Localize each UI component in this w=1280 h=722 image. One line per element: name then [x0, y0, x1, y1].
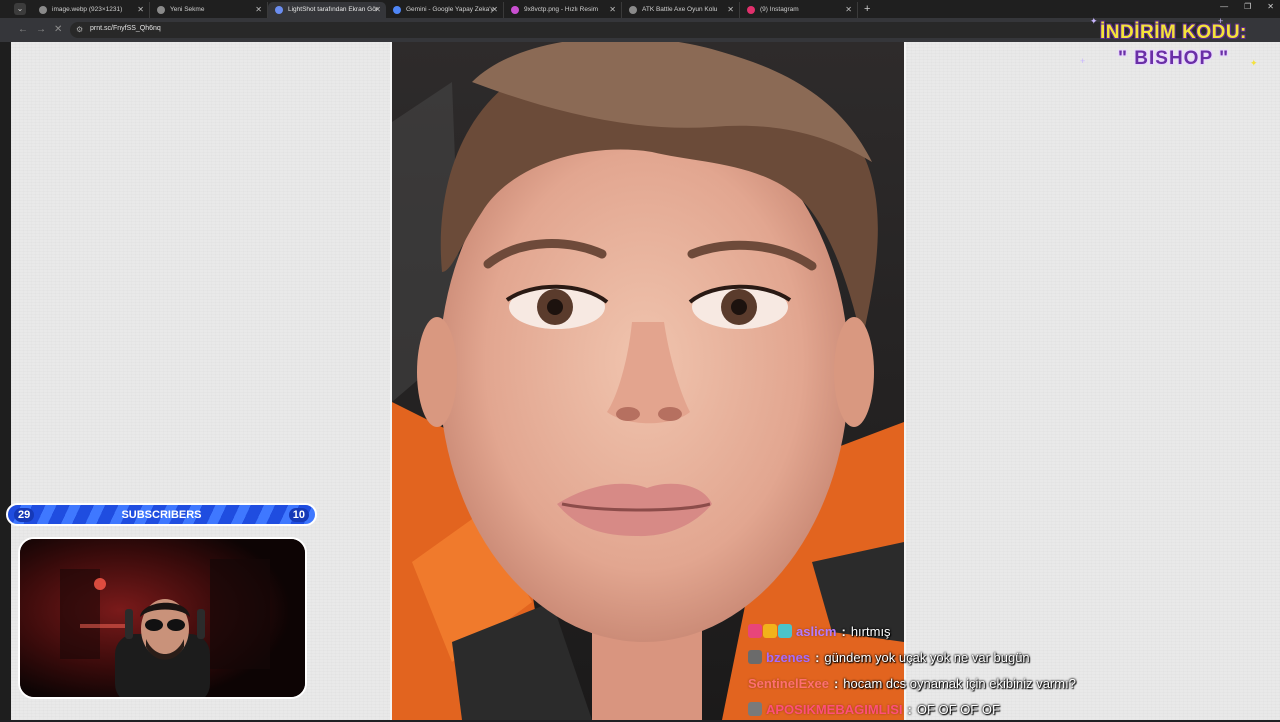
tab-title: Gemini - Google Yapay Zeka'y [406, 6, 494, 13]
chat-message-text: hocam dcs oynamak için ekibiniz varmı? [843, 675, 1076, 691]
tab-title: ATK Battle Axe Oyun Kolu [642, 6, 718, 13]
chat-badge-icon [778, 624, 792, 638]
left-side-strip [0, 42, 11, 720]
tab-close-icon[interactable]: ✕ [374, 2, 381, 18]
chat-separator: : [815, 649, 820, 665]
tab-close-icon[interactable]: ✕ [137, 2, 144, 18]
tab-favicon-icon [747, 6, 755, 14]
chat-message-text: OF OF OF OF [916, 701, 1000, 717]
tab-title: (9) Instagram [760, 6, 799, 13]
browser-tab[interactable]: Yeni Sekme ✕ [150, 2, 268, 18]
restore-icon[interactable]: ❐ [1244, 2, 1251, 11]
tab-favicon-icon [39, 6, 47, 14]
back-arrow-icon[interactable]: ← [18, 24, 28, 36]
tab-favicon-icon [393, 6, 401, 14]
browser-tab[interactable]: (9) Instagram ✕ [740, 2, 858, 18]
chat-username: aslicm [796, 623, 837, 639]
tab-close-icon[interactable]: ✕ [491, 2, 498, 18]
close-window-icon[interactable]: ✕ [1267, 2, 1274, 11]
tab-close-icon[interactable]: ✕ [255, 2, 262, 18]
discount-code-banner: ✦ + ✦ + İNDİRİM KODU: " BISHOP " [1080, 16, 1280, 76]
tab-search-button[interactable]: ⌄ [14, 3, 26, 15]
subscriber-goal-bar: 29 SUBSCRIBERS 10 [6, 503, 317, 526]
chat-message-text: gündem yok uçak yok ne var bugün [824, 649, 1030, 665]
discount-code-value: " BISHOP " [1118, 48, 1230, 69]
chat-badges [748, 624, 792, 638]
sparkle-icon: + [1080, 56, 1086, 66]
url-field[interactable]: ⚙ prnt.sc/FnyfSS_Qh6nq [70, 22, 1210, 38]
chat-badges [748, 702, 762, 716]
url-text: prnt.sc/FnyfSS_Qh6nq [90, 25, 161, 32]
browser-tab[interactable]: LightShot tarafından Ekran Gör ✕ [268, 2, 386, 18]
sparkle-icon: ✦ [1090, 16, 1098, 26]
tab-favicon-icon [511, 6, 519, 14]
chat-message: bzenes: gündem yok uçak yok ne var bugün [748, 644, 1280, 670]
streamer-webcam-graphic [20, 539, 305, 697]
subscriber-goal-count: 10 [288, 507, 309, 522]
chat-badge-icon [763, 624, 777, 638]
chat-username: SentinelExee [748, 675, 829, 691]
chat-username: APOSIKMEBAGIMLISI [766, 701, 903, 717]
chat-separator: : [833, 675, 839, 691]
new-tab-button[interactable]: + [864, 2, 870, 16]
chat-overlay: aslicm: hırtmış bzenes: gündem yok uçak yok… [748, 618, 1280, 722]
browser-tab[interactable]: ATK Battle Axe Oyun Kolu ✕ [622, 2, 740, 18]
tab-close-icon[interactable]: ✕ [609, 2, 616, 18]
tab-close-icon[interactable]: ✕ [845, 2, 852, 18]
chat-separator: : [841, 623, 846, 639]
tab-close-icon[interactable]: ✕ [727, 2, 734, 18]
reload-icon[interactable]: ✕ [54, 24, 62, 36]
browser-tab[interactable]: 9x8vctp.png - Hızlı Resim ✕ [504, 2, 622, 18]
chat-message: APOSIKMEBAGIMLISI: OF OF OF OF [748, 696, 1280, 722]
chat-message: aslicm: hırtmış [748, 618, 1280, 644]
browser-tab[interactable]: image.webp (923×1231) ✕ [32, 2, 150, 18]
sparkle-icon: ✦ [1250, 58, 1258, 68]
chat-username: bzenes [766, 649, 811, 665]
subscriber-label: SUBSCRIBERS [121, 508, 202, 521]
tab-favicon-icon [157, 6, 165, 14]
forward-arrow-icon[interactable]: → [36, 24, 46, 36]
chat-badge-icon [748, 624, 762, 638]
chat-badge-icon [748, 702, 762, 716]
chat-badges [748, 650, 762, 664]
chat-separator: : [907, 701, 912, 717]
site-info-icon[interactable]: ⚙ [76, 25, 83, 34]
browser-tab[interactable]: Gemini - Google Yapay Zeka'y ✕ [386, 2, 504, 18]
tab-title: LightShot tarafından Ekran Gör [288, 6, 378, 13]
chat-message-text: hırtmış [850, 623, 891, 639]
tab-title: Yeni Sekme [170, 6, 205, 13]
tab-title: image.webp (923×1231) [52, 6, 123, 13]
chat-badge-icon [748, 650, 762, 664]
tab-favicon-icon [275, 6, 283, 14]
window-controls: — ❐ ✕ [1220, 2, 1274, 11]
webcam-feed [18, 537, 307, 699]
discount-code-label: İNDİRİM KODU: [1100, 22, 1247, 43]
tab-title: 9x8vctp.png - Hızlı Resim [524, 6, 599, 13]
tabs-container: image.webp (923×1231) ✕ Yeni Sekme ✕ LightSh… [32, 2, 858, 18]
minimize-icon[interactable]: — [1220, 2, 1228, 11]
tab-favicon-icon [629, 6, 637, 14]
chat-message: SentinelExee: hocam dcs oynamak için ekib… [748, 670, 1280, 696]
subscriber-current-count: 29 [14, 507, 35, 522]
